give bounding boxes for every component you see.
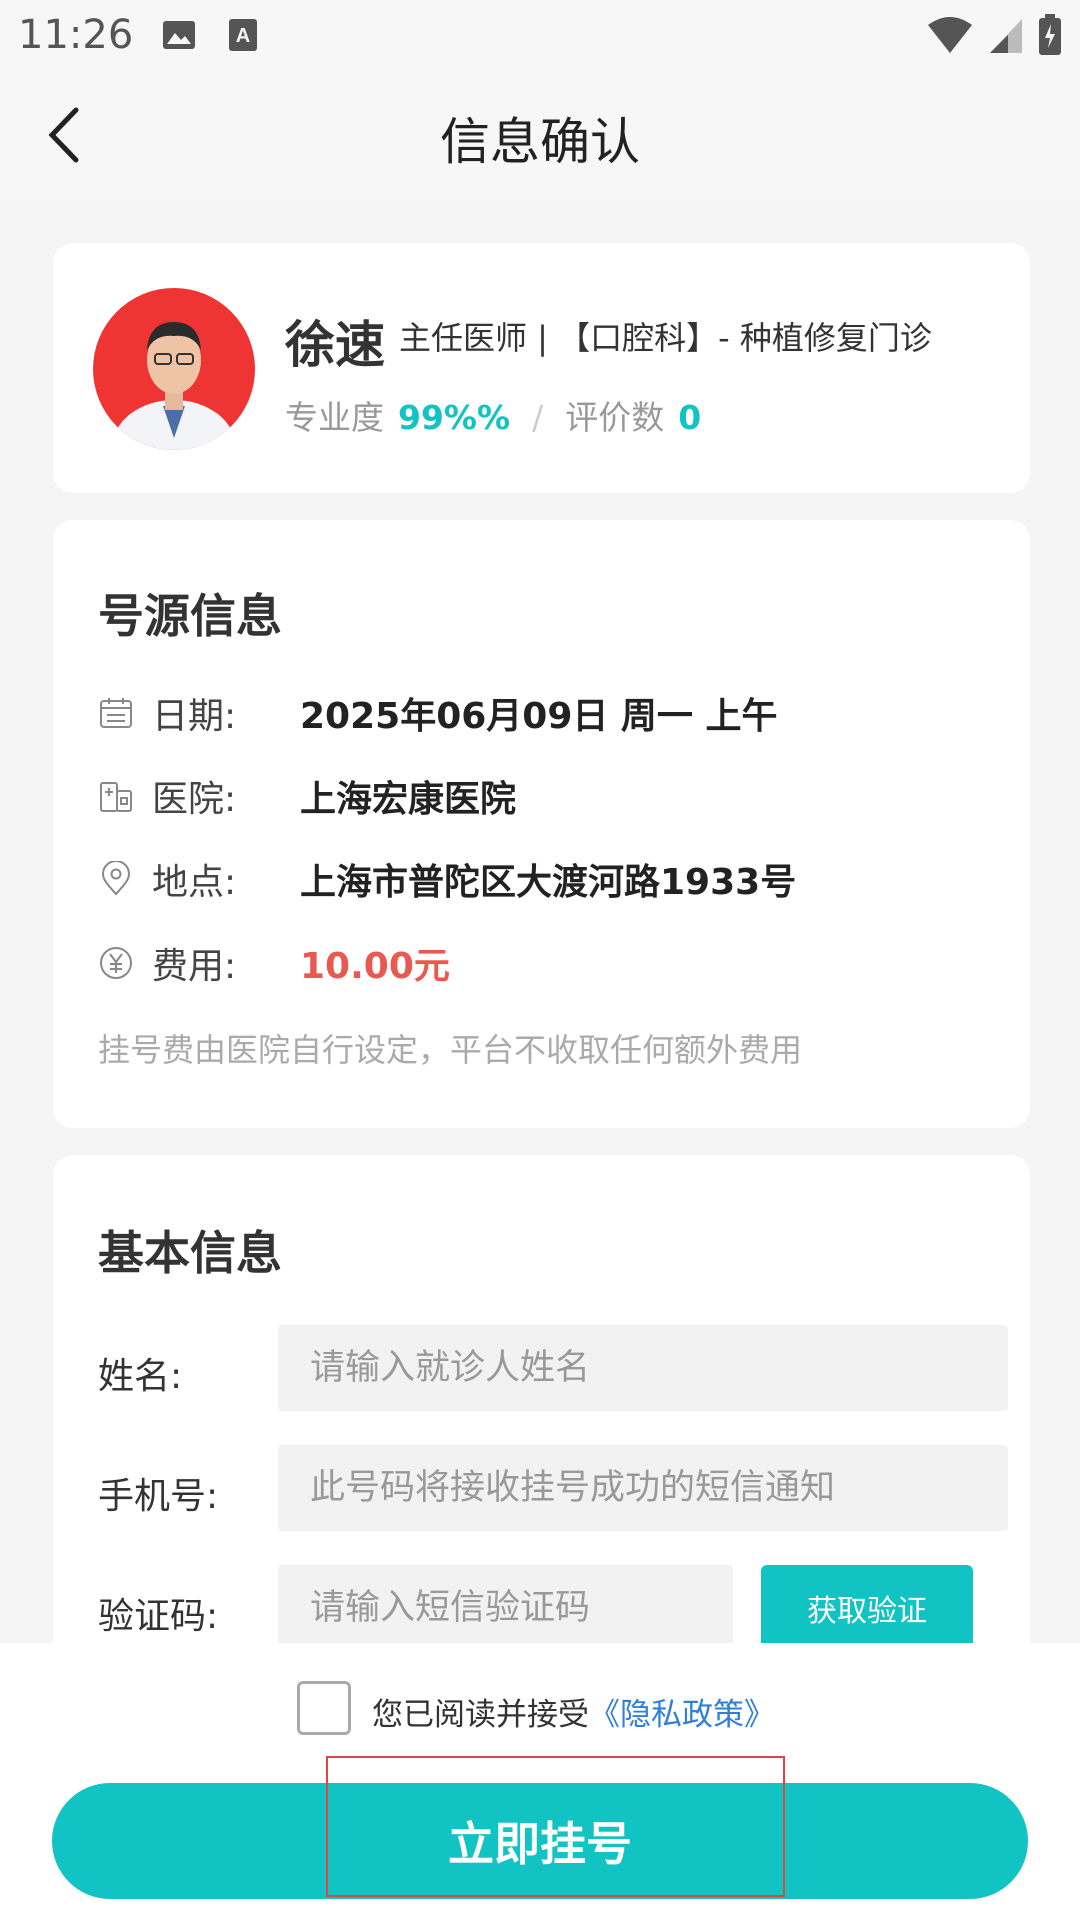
- doctor-card: 徐速 主任医师 | 【口腔科】- 种植修复门诊 专业度 99%% / 评价数 0: [53, 243, 1030, 493]
- section-title: 号源信息: [98, 589, 282, 643]
- phone-input[interactable]: 此号码将接收挂号成功的短信通知: [278, 1445, 1008, 1531]
- professional-value: 99%%: [398, 398, 511, 437]
- status-time: 11:26: [18, 12, 134, 58]
- signal-icon: [990, 19, 1022, 53]
- info-label: 医院:: [152, 779, 237, 820]
- doctor-name: 徐速: [285, 316, 385, 374]
- agree-text: 您已阅读并接受《隐私政策》: [372, 1689, 775, 1734]
- fee-note: 挂号费由医院自行设定，平台不收取任何额外费用: [98, 1031, 803, 1069]
- info-label: 地点:: [152, 862, 237, 903]
- info-label: 费用:: [152, 946, 237, 987]
- info-value-fee: 10.00元: [300, 946, 450, 987]
- svg-text:A: A: [236, 25, 250, 47]
- doctor-title: 主任医师 | 【口腔科】- 种植修复门诊: [399, 319, 932, 357]
- location-icon: [101, 861, 131, 896]
- register-now-button[interactable]: 立即挂号: [52, 1783, 1028, 1899]
- name-label: 姓名:: [98, 1356, 183, 1397]
- info-row-location: 地点: 上海市普陀区大渡河路1933号: [98, 849, 796, 909]
- reviews-value: 0: [678, 398, 702, 437]
- info-value-hospital: 上海宏康医院: [300, 779, 517, 820]
- section-title: 基本信息: [98, 1226, 282, 1280]
- yuan-icon: [100, 947, 132, 979]
- stats-separator: /: [532, 398, 544, 437]
- get-code-button[interactable]: 获取验证: [761, 1565, 973, 1651]
- name-input[interactable]: 请输入就诊人姓名: [278, 1325, 1008, 1411]
- calendar-icon: [100, 698, 132, 728]
- header: 信息确认: [0, 72, 1080, 200]
- code-label: 验证码:: [98, 1596, 219, 1637]
- doctor-photo: [112, 322, 236, 450]
- basic-info-card: 基本信息 姓名: 请输入就诊人姓名 手机号: 此号码将接收挂号成功的短信通知 验…: [53, 1155, 1030, 1715]
- battery-icon: [1039, 14, 1061, 55]
- reviews-label: 评价数: [565, 398, 665, 437]
- page-title: 信息确认: [440, 113, 640, 171]
- agree-label: 您已阅读并接受: [372, 1697, 589, 1733]
- info-label: 日期:: [152, 696, 237, 737]
- info-value-location: 上海市普陀区大渡河路1933号: [300, 862, 797, 903]
- privacy-policy-link[interactable]: 《隐私政策》: [589, 1697, 775, 1733]
- info-row-hospital: 医院: 上海宏康医院: [98, 766, 516, 826]
- footer: 您已阅读并接受《隐私政策》 立即挂号: [0, 1643, 1080, 1920]
- image-icon: [163, 21, 195, 49]
- doctor-stats: 专业度 99%% / 评价数 0: [285, 391, 701, 439]
- agree-checkbox[interactable]: [297, 1681, 351, 1735]
- wifi-icon: [928, 17, 972, 53]
- avatar: [93, 288, 255, 450]
- info-value-date: 2025年06月09日 周一 上午: [300, 696, 778, 737]
- code-input[interactable]: 请输入短信验证码: [278, 1565, 733, 1651]
- info-row-fee: 费用: 10.00元: [98, 933, 450, 993]
- schedule-card: 号源信息 日期: 2025年06月09日 周一 上午 医院: 上海宏康医院 地点…: [53, 520, 1030, 1128]
- hospital-icon: [100, 782, 132, 812]
- info-row-date: 日期: 2025年06月09日 周一 上午: [98, 683, 777, 743]
- phone-label: 手机号:: [98, 1476, 219, 1517]
- status-bar: 11:26 A: [0, 0, 1080, 72]
- professional-label: 专业度: [285, 398, 384, 437]
- a-icon: A: [229, 19, 257, 51]
